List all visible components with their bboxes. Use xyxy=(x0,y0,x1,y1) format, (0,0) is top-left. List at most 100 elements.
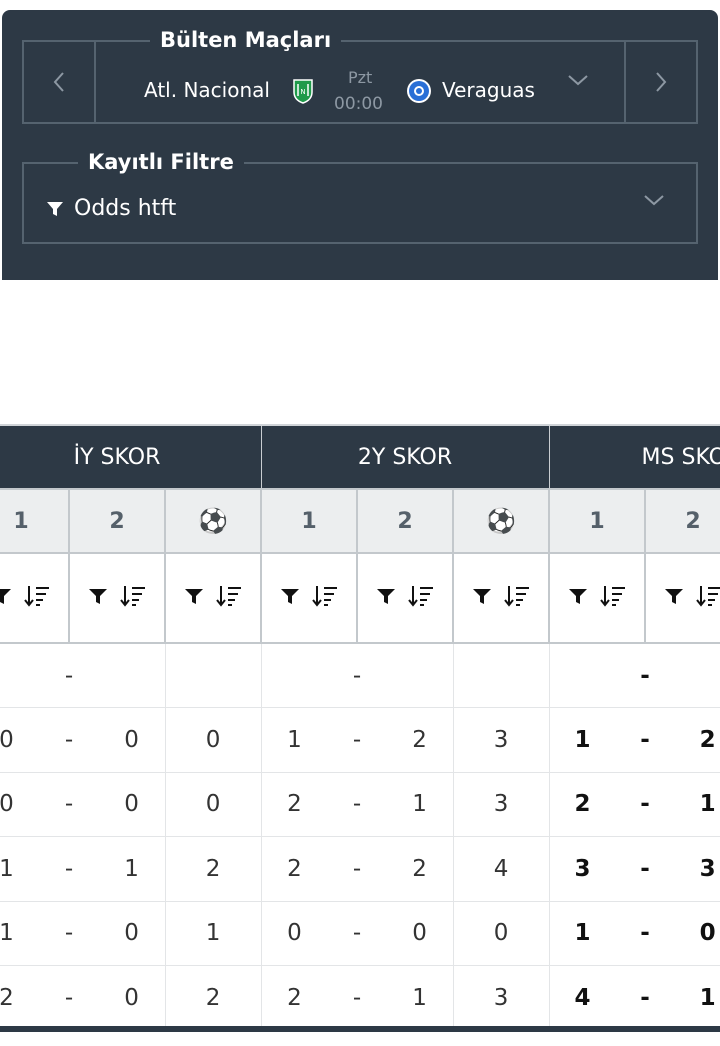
table-row[interactable]: 2-022-134-1 xyxy=(0,965,720,1031)
filter-icon[interactable] xyxy=(568,587,588,609)
iy-goals-cell: 0 xyxy=(164,707,262,773)
score-value: 2 - 1 xyxy=(550,791,720,817)
2y-score-cell: 2 - 1 xyxy=(260,771,454,837)
score-separator: - xyxy=(352,726,362,753)
next-match-button[interactable] xyxy=(624,42,696,122)
saved-filter-box[interactable]: Kayıtlı Filtre Odds htft xyxy=(22,147,698,244)
2y-goals-cell: 3 xyxy=(452,965,550,1031)
score-home: 1 xyxy=(0,855,14,882)
score-home: 3 xyxy=(574,855,591,882)
2y-goals-cell: 3 xyxy=(452,771,550,837)
filter-icon[interactable] xyxy=(184,587,204,609)
2y-goals-cell xyxy=(452,642,550,708)
score-separator: - xyxy=(640,726,650,753)
filter-icon[interactable] xyxy=(664,587,684,609)
iy-goals-cell: 2 xyxy=(164,965,262,1031)
score-value: 2 - 2 xyxy=(262,856,453,882)
score-value: 1 - 2 xyxy=(550,727,720,753)
column-filter-cell xyxy=(548,552,647,644)
ms-score-cell: 4 - 1 xyxy=(548,965,720,1031)
saved-filter-select[interactable]: Odds htft xyxy=(46,196,176,221)
sort-icon[interactable] xyxy=(312,584,338,612)
match-time: 00:00 xyxy=(334,94,383,114)
sub-header-2y-away[interactable]: 2 xyxy=(356,488,455,554)
score-away: 0 xyxy=(124,920,139,947)
score-away: 1 xyxy=(699,791,716,818)
score-separator: - xyxy=(352,662,362,689)
table-row[interactable]: --- xyxy=(0,642,720,708)
away-team-crest-icon xyxy=(407,79,431,103)
score-home: 2 xyxy=(0,984,14,1011)
filter-icon[interactable] xyxy=(376,587,396,609)
score-separator: - xyxy=(352,984,362,1011)
sub-header-iy-home[interactable]: 1 xyxy=(0,488,70,554)
table-row[interactable]: 0-001-231-2 xyxy=(0,707,720,773)
iy-goals-cell xyxy=(164,642,262,708)
table-row[interactable]: 0-002-132-1 xyxy=(0,771,720,837)
score-separator: - xyxy=(64,662,74,689)
score-home: 1 xyxy=(0,920,14,947)
filter-icon[interactable] xyxy=(88,587,108,609)
top-panel: Bülten Maçları Atl. Nacional N Pzt 00:00 xyxy=(2,10,718,280)
score-value: 1 - 1 xyxy=(0,856,165,882)
score-away: 0 xyxy=(124,791,139,818)
score-separator: - xyxy=(352,791,362,818)
group-header-2y[interactable]: 2Y SKOR xyxy=(260,424,550,490)
soccer-ball-icon: ⚽ xyxy=(198,507,228,535)
group-header-ms[interactable]: MS SKOR xyxy=(548,424,720,490)
sub-header-2y-home[interactable]: 1 xyxy=(260,488,359,554)
match-selector[interactable]: Atl. Nacional N Pzt 00:00 Veraguas xyxy=(96,42,624,122)
score-away: 1 xyxy=(124,855,139,882)
sub-header-iy-away[interactable]: 2 xyxy=(68,488,166,554)
sub-header-row: 1 2 ⚽ 1 2 ⚽ 1 2 ⚽ xyxy=(0,488,720,554)
filter-icon[interactable] xyxy=(472,587,492,609)
score-value: - xyxy=(262,663,453,689)
score-home: 2 xyxy=(287,791,302,818)
sort-icon[interactable] xyxy=(408,584,434,612)
sub-header-2y-goals[interactable]: ⚽ xyxy=(452,488,551,554)
ms-score-cell: - xyxy=(548,642,720,708)
table-row[interactable]: 1-122-243-3 xyxy=(0,836,720,902)
sub-header-ms-home[interactable]: 1 xyxy=(548,488,647,554)
saved-filter-value: Odds htft xyxy=(74,196,177,221)
score-home: 1 xyxy=(574,726,591,753)
score-value: 1 - 0 xyxy=(0,920,165,946)
sort-icon[interactable] xyxy=(216,584,242,612)
iy-goals-cell: 2 xyxy=(164,836,262,902)
sort-icon[interactable] xyxy=(600,584,626,612)
score-separator: - xyxy=(640,855,650,882)
filter-icon[interactable] xyxy=(0,587,12,609)
iy-score-cell: 2 - 0 xyxy=(0,965,166,1031)
sort-icon[interactable] xyxy=(696,584,720,612)
score-away: 3 xyxy=(699,855,716,882)
score-separator: - xyxy=(64,984,74,1011)
previous-match-button[interactable] xyxy=(24,42,96,122)
sort-icon[interactable] xyxy=(504,584,530,612)
2y-goals-cell: 0 xyxy=(452,900,550,966)
2y-score-cell: 2 - 2 xyxy=(260,836,454,902)
score-home: 2 xyxy=(287,855,302,882)
chevron-down-icon[interactable] xyxy=(642,192,666,208)
sort-icon[interactable] xyxy=(120,584,146,612)
filter-icon xyxy=(47,201,63,216)
column-filter-cell xyxy=(260,552,359,644)
group-header-row: İY SKOR 2Y SKOR MS SKOR xyxy=(0,424,720,490)
sub-header-iy-goals[interactable]: ⚽ xyxy=(163,488,263,554)
score-value: 2 - 1 xyxy=(262,985,453,1011)
filter-icon[interactable] xyxy=(280,587,300,609)
sort-icon[interactable] xyxy=(24,584,50,612)
score-home: 0 xyxy=(287,920,302,947)
sub-header-ms-away[interactable]: 2 xyxy=(644,488,720,554)
2y-goals-cell: 3 xyxy=(452,707,550,773)
score-away: 1 xyxy=(699,984,716,1011)
score-value: 0 - 0 xyxy=(262,920,453,946)
table-row[interactable]: 1-010-001-0 xyxy=(0,900,720,966)
chevron-down-icon[interactable] xyxy=(566,72,590,88)
iy-score-cell: - xyxy=(0,642,166,708)
match-day: Pzt xyxy=(348,68,373,87)
score-home: 0 xyxy=(0,726,14,753)
iy-score-cell: 1 - 0 xyxy=(0,900,166,966)
group-header-iy[interactable]: İY SKOR xyxy=(0,424,262,490)
ms-score-cell: 1 - 0 xyxy=(548,900,720,966)
2y-score-cell: - xyxy=(260,642,454,708)
